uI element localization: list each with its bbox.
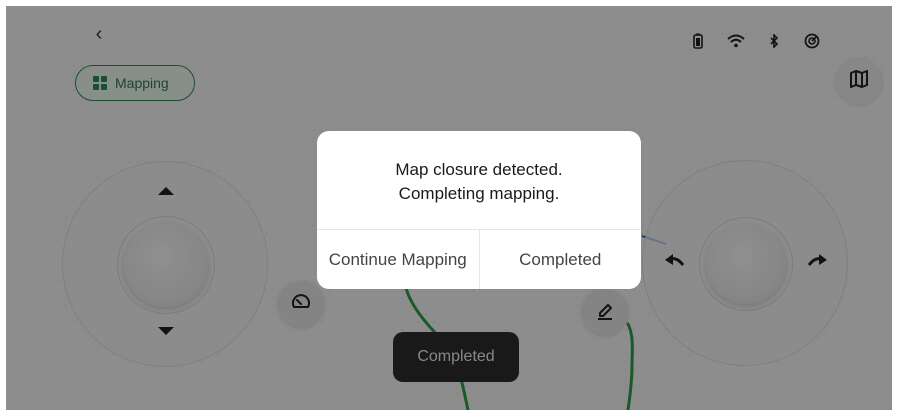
map-closure-dialog: Map closure detected. Completing mapping… [317,131,641,289]
continue-mapping-button[interactable]: Continue Mapping [317,230,479,289]
completed-button[interactable]: Completed [478,230,642,289]
dialog-actions: Continue Mapping Completed [317,229,641,289]
dialog-message-line-2: Completing mapping. [398,184,560,203]
dialog-message: Map closure detected. Completing mapping… [317,131,641,229]
dialog-message-line-1: Map closure detected. [395,160,563,179]
mapping-screen: ‹ Mapping Completed Map closure detected… [6,6,892,410]
